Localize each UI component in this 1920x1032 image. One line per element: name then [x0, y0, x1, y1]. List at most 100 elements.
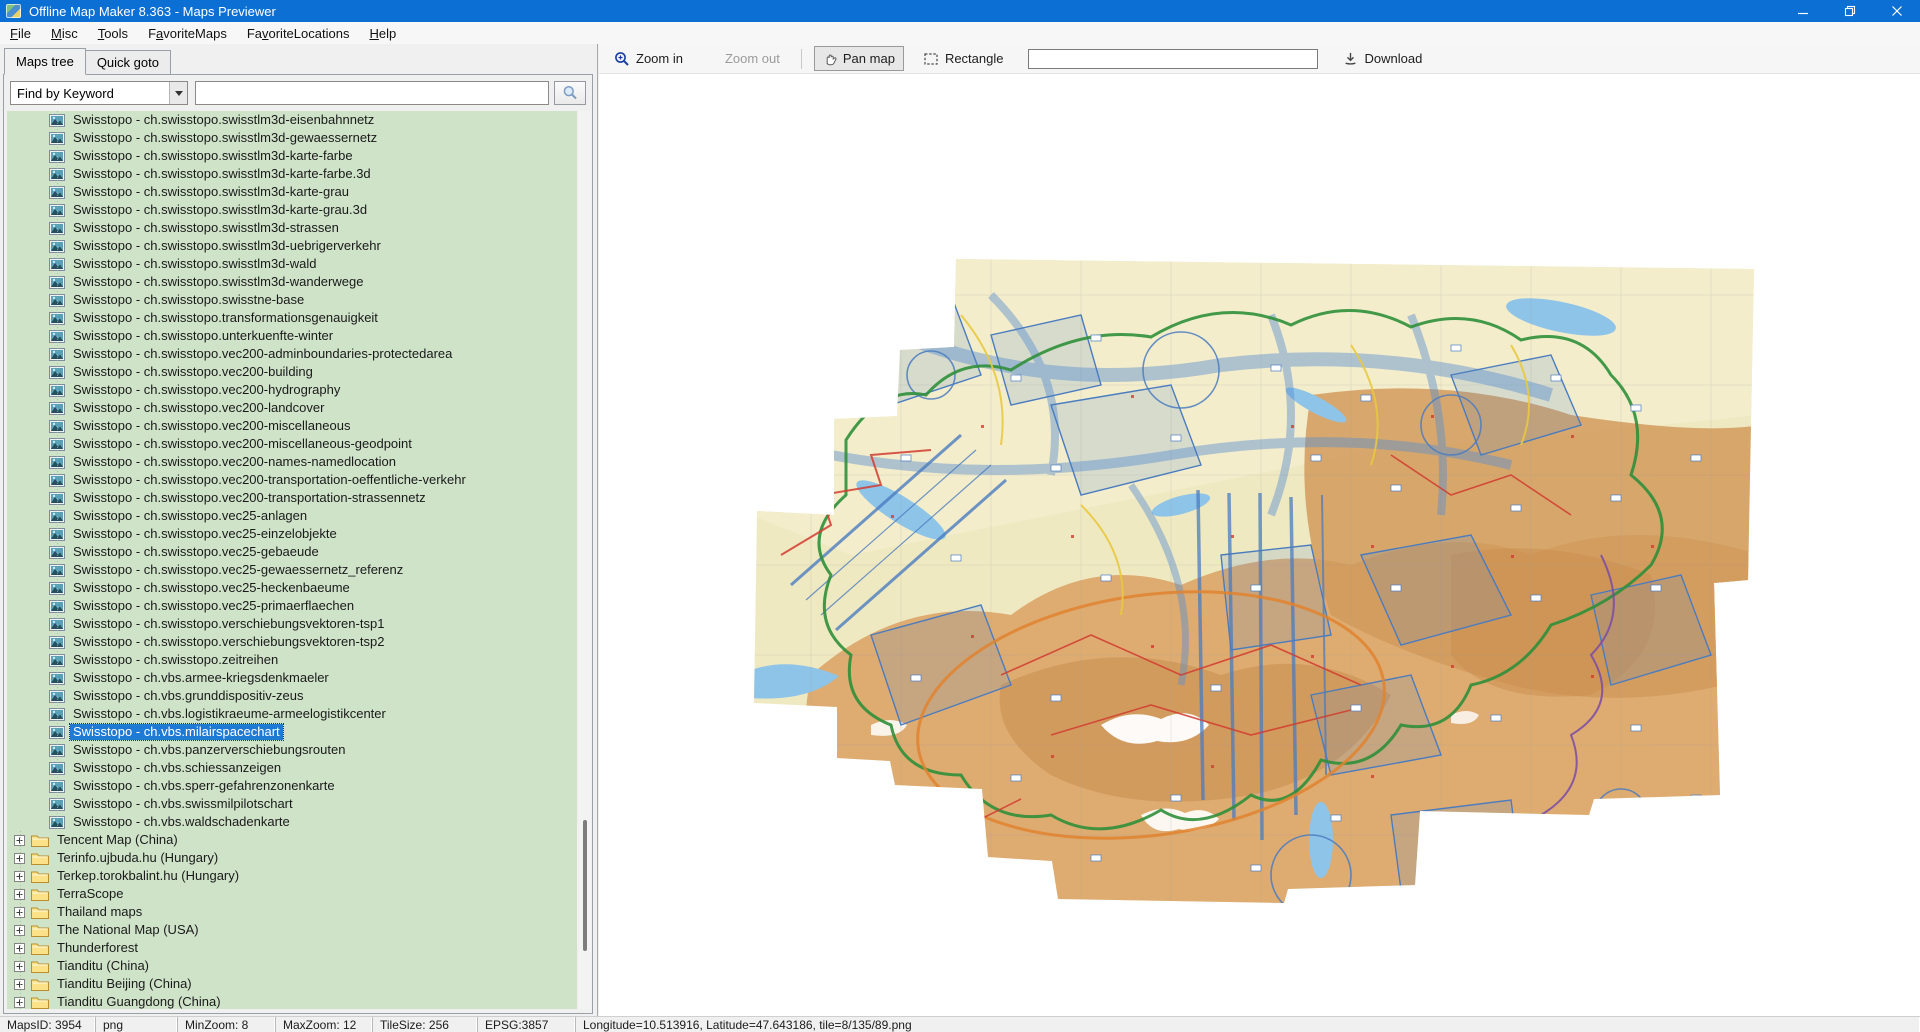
rectangle-select-button[interactable]: Rectangle — [914, 46, 1013, 72]
tree-item-map-layer[interactable]: Swisstopo - ch.swisstopo.swisstlm3d-wand… — [7, 273, 577, 291]
tree-item-map-layer[interactable]: Swisstopo - ch.swisstopo.swisstne-base — [7, 291, 577, 309]
tree-item-map-layer[interactable]: Swisstopo - ch.swisstopo.swisstlm3d-stra… — [7, 219, 577, 237]
folder-icon — [31, 960, 49, 973]
minimize-button[interactable] — [1779, 0, 1826, 22]
tree-item-map-layer[interactable]: Swisstopo - ch.swisstopo.verschiebungsve… — [7, 633, 577, 651]
tree-item-map-layer[interactable]: Swisstopo - ch.swisstopo.vec25-anlagen — [7, 507, 577, 525]
statusbar-segment: MapsID: 3954 — [0, 1017, 96, 1032]
statusbar-segment: png — [96, 1017, 178, 1032]
close-button[interactable] — [1873, 0, 1920, 22]
tree-item-map-layer[interactable]: Swisstopo - ch.swisstopo.swisstlm3d-kart… — [7, 183, 577, 201]
tree-item-label: Terinfo.ujbuda.hu (Hungary) — [54, 850, 221, 866]
tree-item-map-layer[interactable]: Swisstopo - ch.swisstopo.vec200-landcove… — [7, 399, 577, 417]
tree-item-map-layer[interactable]: Swisstopo - ch.swisstopo.vec200-adminbou… — [7, 345, 577, 363]
tree-scrollbar[interactable] — [579, 111, 591, 1009]
tree-item-label: Swisstopo - ch.swisstopo.vec200-names-na… — [70, 454, 399, 470]
tree-item-label: Swisstopo - ch.vbs.grunddispositiv-zeus — [70, 688, 307, 704]
restore-button[interactable] — [1826, 0, 1873, 22]
menu-item[interactable]: File — [0, 23, 41, 44]
menu-item[interactable]: Help — [359, 23, 406, 44]
menu-item[interactable]: Tools — [88, 23, 138, 44]
tree-item-map-layer[interactable]: Swisstopo - ch.vbs.panzerverschiebungsro… — [7, 741, 577, 759]
tree-item-map-layer[interactable]: Swisstopo - ch.swisstopo.vec200-miscella… — [7, 417, 577, 435]
tree-item-map-layer[interactable]: Swisstopo - ch.swisstopo.unterkuenfte-wi… — [7, 327, 577, 345]
search-input[interactable] — [195, 81, 549, 105]
tree-item-map-layer[interactable]: Swisstopo - ch.vbs.schiessanzeigen — [7, 759, 577, 777]
tree-item-folder[interactable]: Tianditu (China) — [7, 957, 577, 975]
tree-item-label: Swisstopo - ch.swisstopo.vec25-primaerfl… — [70, 598, 357, 614]
tree-item-map-layer[interactable]: Swisstopo - ch.swisstopo.vec25-gewaesser… — [7, 561, 577, 579]
sidebar-tabs: Maps tree Quick goto — [4, 48, 171, 74]
tree-item-map-layer[interactable]: Swisstopo - ch.vbs.waldschadenkarte — [7, 813, 577, 831]
tree-item-label: Swisstopo - ch.vbs.sperr-gefahrenzonenka… — [70, 778, 338, 794]
tree-item-map-layer[interactable]: Swisstopo - ch.swisstopo.vec200-hydrogra… — [7, 381, 577, 399]
tree-item-label: Swisstopo - ch.swisstopo.vec200-transpor… — [70, 472, 469, 488]
menu-item[interactable]: FavoriteMaps — [138, 23, 237, 44]
tree-item-map-layer[interactable]: Swisstopo - ch.swisstopo.vec25-gebaeude — [7, 543, 577, 561]
tree-item-map-layer[interactable]: Swisstopo - ch.vbs.logistikraeume-armeel… — [7, 705, 577, 723]
tree-item-map-layer[interactable]: Swisstopo - ch.swisstopo.vec25-heckenbae… — [7, 579, 577, 597]
tree-item-map-layer[interactable]: Swisstopo - ch.swisstopo.vec200-transpor… — [7, 489, 577, 507]
pan-map-button[interactable]: Pan map — [814, 46, 904, 71]
tree-item-map-layer[interactable]: Swisstopo - ch.swisstopo.swisstlm3d-wald — [7, 255, 577, 273]
tree-item-folder[interactable]: Terkep.torokbalint.hu (Hungary) — [7, 867, 577, 885]
tree-item-folder[interactable]: Tianditu Beijing (China) — [7, 975, 577, 993]
chevron-down-icon[interactable] — [169, 82, 187, 104]
tree-item-folder[interactable]: Thailand maps — [7, 903, 577, 921]
search-mode-dropdown[interactable]: Find by Keyword — [10, 81, 188, 105]
tree-item-map-layer[interactable]: Swisstopo - ch.swisstopo.swisstlm3d-kart… — [7, 201, 577, 219]
statusbar-segment: MinZoom: 8 — [178, 1017, 276, 1032]
tree-item-map-layer[interactable]: Swisstopo - ch.vbs.armee-kriegsdenkmaele… — [7, 669, 577, 687]
tree-item-map-layer[interactable]: Swisstopo - ch.swisstopo.transformations… — [7, 309, 577, 327]
tree-item-map-layer[interactable]: Swisstopo - ch.swisstopo.zeitreihen — [7, 651, 577, 669]
tree-item-map-layer[interactable]: Swisstopo - ch.vbs.sperr-gefahrenzonenka… — [7, 777, 577, 795]
tree-item-map-layer[interactable]: Swisstopo - ch.vbs.milairspacechart — [7, 723, 577, 741]
tree-item-map-layer[interactable]: Swisstopo - ch.vbs.grunddispositiv-zeus — [7, 687, 577, 705]
tree-item-map-layer[interactable]: Swisstopo - ch.swisstopo.vec200-names-na… — [7, 453, 577, 471]
title-bar: Offline Map Maker 8.363 - Maps Previewer — [0, 0, 1920, 22]
tree-item-label: Swisstopo - ch.swisstopo.vec25-heckenbae… — [70, 580, 353, 596]
map-preview[interactable] — [599, 74, 1920, 1016]
coordinates-input[interactable] — [1028, 49, 1318, 69]
zoom-out-button[interactable]: Zoom out — [716, 46, 789, 71]
status-bar: MapsID: 3954 png MinZoom: 8 MaxZoom: 12 … — [0, 1016, 1920, 1032]
tree-item-label: Swisstopo - ch.swisstopo.vec25-gewaesser… — [70, 562, 406, 578]
tree-item-folder[interactable]: The National Map (USA) — [7, 921, 577, 939]
tree-item-map-layer[interactable]: Swisstopo - ch.swisstopo.swisstlm3d-kart… — [7, 147, 577, 165]
tree-item-map-layer[interactable]: Swisstopo - ch.swisstopo.vec25-primaerfl… — [7, 597, 577, 615]
tree-item-label: Swisstopo - ch.swisstopo.vec25-gebaeude — [70, 544, 322, 560]
menu-item[interactable]: Misc — [41, 23, 88, 44]
map-tiles-mosaic — [751, 255, 1761, 905]
toolbar-separator — [801, 49, 802, 69]
tab-maps-tree[interactable]: Maps tree — [4, 48, 86, 75]
tree-item-folder[interactable]: Tencent Map (China) — [7, 831, 577, 849]
tree-item-map-layer[interactable]: Swisstopo - ch.swisstopo.vec200-building — [7, 363, 577, 381]
search-button[interactable] — [554, 81, 586, 105]
map-toolbar: Zoom in Zoom out Pan map Rectangle Downl… — [599, 44, 1920, 74]
app-icon — [6, 4, 21, 18]
menu-item[interactable]: FavoriteLocations — [237, 23, 360, 44]
search-icon — [562, 85, 578, 101]
tree-item-label: Swisstopo - ch.swisstopo.zeitreihen — [70, 652, 281, 668]
tree-item-folder[interactable]: Tianditu Guangdong (China) — [7, 993, 577, 1009]
tree-item-label: Tianditu (China) — [54, 958, 152, 974]
tree-item-map-layer[interactable]: Swisstopo - ch.swisstopo.swisstlm3d-eise… — [7, 111, 577, 129]
tree-item-map-layer[interactable]: Swisstopo - ch.swisstopo.verschiebungsve… — [7, 615, 577, 633]
tree-item-map-layer[interactable]: Swisstopo - ch.swisstopo.vec200-miscella… — [7, 435, 577, 453]
tree-item-map-layer[interactable]: Swisstopo - ch.swisstopo.vec25-einzelobj… — [7, 525, 577, 543]
tree-item-map-layer[interactable]: Swisstopo - ch.vbs.swissmilpilotschart — [7, 795, 577, 813]
tree-item-folder[interactable]: Terinfo.ujbuda.hu (Hungary) — [7, 849, 577, 867]
tree-item-map-layer[interactable]: Swisstopo - ch.swisstopo.swisstlm3d-gewa… — [7, 129, 577, 147]
tree-item-label: TerraScope — [54, 886, 126, 902]
tree-item-folder[interactable]: Thunderforest — [7, 939, 577, 957]
tree-scrollbar-thumb[interactable] — [583, 820, 587, 950]
zoom-in-button[interactable]: Zoom in — [605, 46, 692, 72]
tree-item-label: Thailand maps — [54, 904, 145, 920]
download-button[interactable]: Download — [1334, 46, 1431, 71]
tree-item-map-layer[interactable]: Swisstopo - ch.swisstopo.swisstlm3d-uebr… — [7, 237, 577, 255]
tab-quick-goto[interactable]: Quick goto — [86, 50, 171, 76]
tree-item-map-layer[interactable]: Swisstopo - ch.swisstopo.vec200-transpor… — [7, 471, 577, 489]
folder-icon — [31, 924, 49, 937]
tree-item-folder[interactable]: TerraScope — [7, 885, 577, 903]
tree-item-map-layer[interactable]: Swisstopo - ch.swisstopo.swisstlm3d-kart… — [7, 165, 577, 183]
